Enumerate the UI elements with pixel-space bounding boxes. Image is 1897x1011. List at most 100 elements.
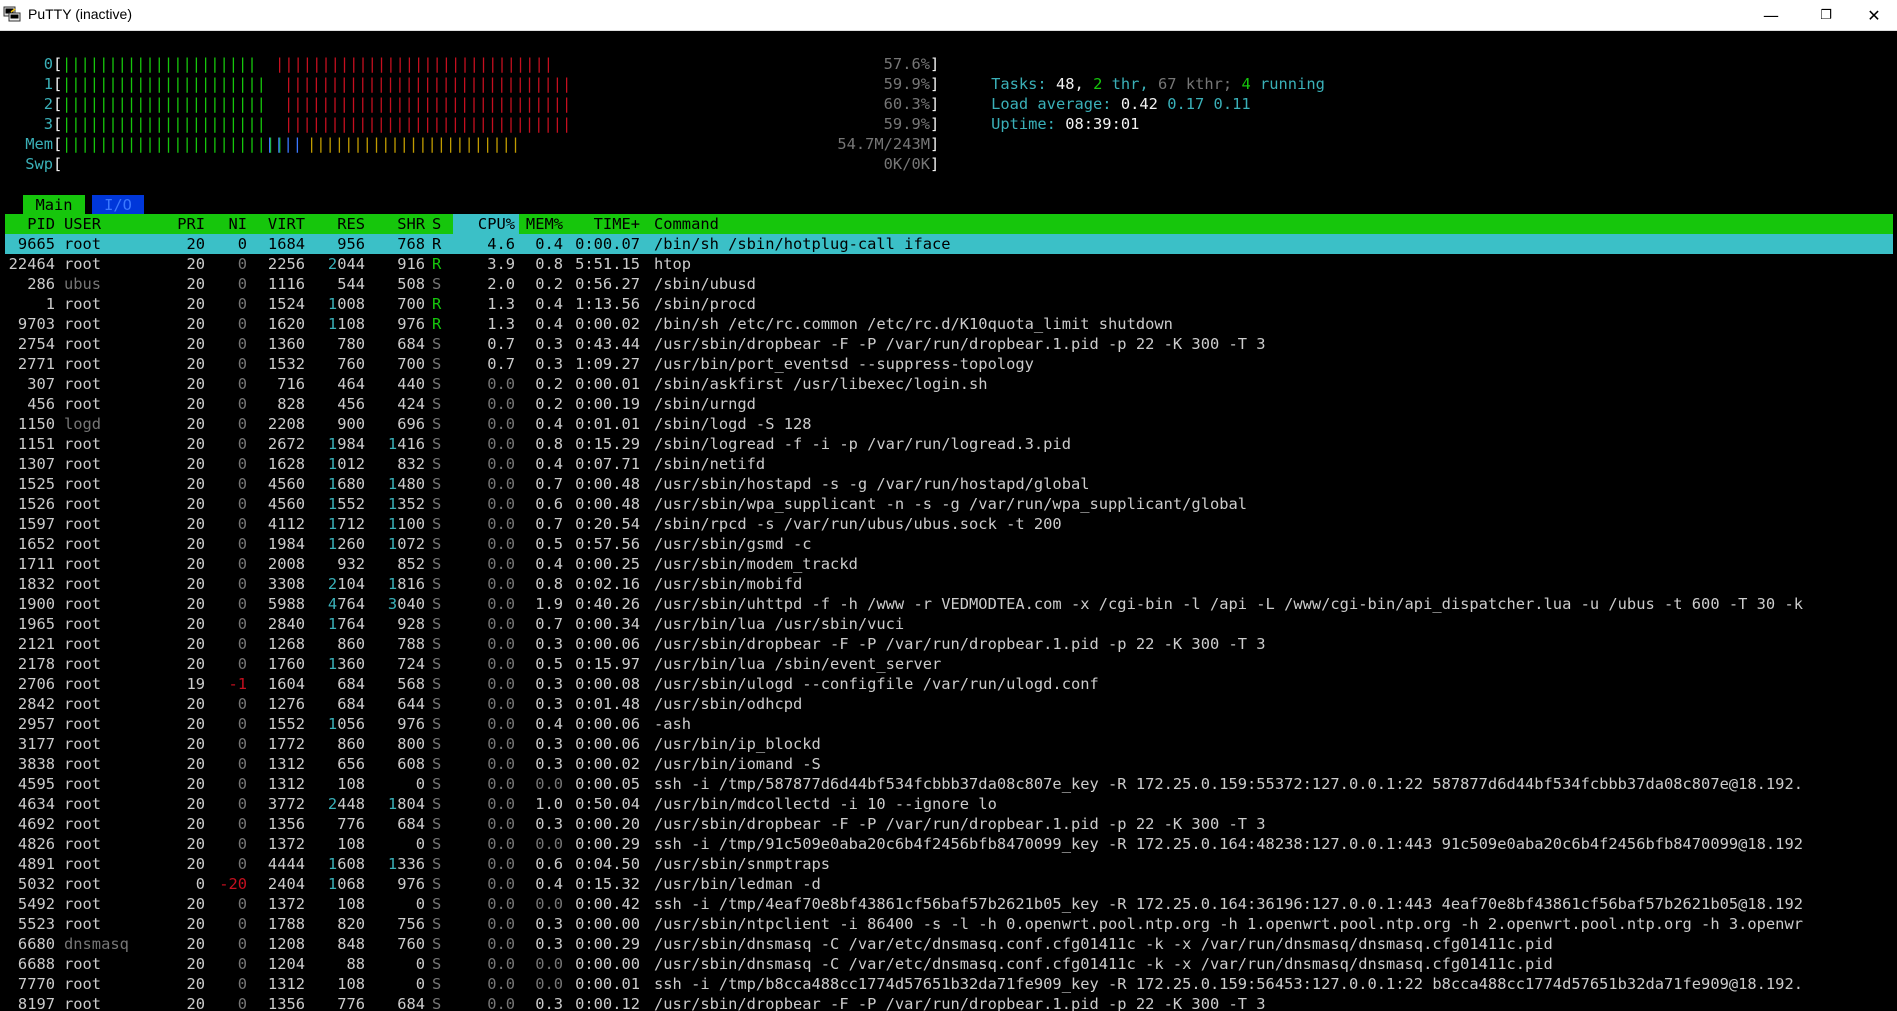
terminal-area[interactable]: 0[||||||||||||||||||||| |||||||||||||||||… [0, 30, 1897, 1011]
column-mem[interactable]: MEM% [513, 214, 563, 234]
process-row[interactable]: 3177 root 20 0 1772 860 800 S 0.0 0.3 0:00.06/usr/… [5, 734, 1893, 754]
tab-io[interactable]: I/O [92, 195, 144, 215]
res-cell: 820 [337, 915, 365, 933]
cpu-meter-0: 0[||||||||||||||||||||| |||||||||||||||||… [0, 54, 940, 74]
process-row[interactable]: 2842 root 20 0 1276 684 644 S 0.0 0.3 0:01.48/usr/… [5, 694, 1893, 714]
time-cell: 0:00.02 [575, 755, 640, 773]
user-cell: root [64, 295, 102, 313]
close-button[interactable]: ✕ [1851, 0, 1897, 30]
process-row[interactable]: 4634 root 20 0 3772 2448 1804 S 0.0 1.0 0:50.04/us… [5, 794, 1893, 814]
process-row[interactable]: 1965 root 20 0 2840 1764 928 S 0.0 0.7 0:00.34/usr… [5, 614, 1893, 634]
time-cell: 0:00.12 [575, 995, 640, 1011]
process-row[interactable]: 2178 root 20 0 1760 1360 724 S 0.0 0.5 0:15.97/usr… [5, 654, 1893, 674]
command-cell: /usr/sbin/gsmd -c [654, 535, 812, 553]
pid-cell: 2121 [17, 635, 55, 653]
pri-cell: 20 [186, 315, 205, 333]
process-row[interactable]: 6688 root 20 0 1204 88 0 S 0.0 0.0 0:00.00/usr/sbi… [5, 954, 1893, 974]
tab-main[interactable]: Main [23, 195, 85, 215]
column-res[interactable]: RES [315, 214, 365, 234]
process-row[interactable]: 456 root 20 0 828 456 424 S 0.0 0.2 0:00.19/sbin/u… [5, 394, 1893, 414]
process-row[interactable]: 8197 root 20 0 1356 776 684 S 0.0 0.3 0:00.12/usr/… [5, 994, 1893, 1011]
state-cell: S [432, 735, 442, 753]
ni-cell: 0 [237, 715, 247, 733]
process-row[interactable]: 4826 root 20 0 1372 108 0 S 0.0 0.0 0:00.29 ssh -i … [5, 834, 1893, 854]
restore-button[interactable]: ❐ [1803, 0, 1849, 30]
state-cell: S [432, 935, 442, 953]
process-row[interactable]: 1150 logd 20 0 2208 900 696 S 0.0 0.4 0:01.01/sbin… [5, 414, 1893, 434]
shr-cell: 756 [397, 915, 425, 933]
process-row[interactable]: 307 root 20 0 716 464 440 S 0.0 0.2 0:00.01/sbin/a… [5, 374, 1893, 394]
process-row[interactable]: 5492 root 20 0 1372 108 0 S 0.0 0.0 0:00.42 ssh -i … [5, 894, 1893, 914]
process-row[interactable]: 4891 root 20 0 4444 1608 1336 S 0.0 0.6 0:04.50/us… [5, 854, 1893, 874]
mem-cell: 0.3 [535, 935, 563, 953]
process-row[interactable]: 1526 root 20 0 4560 1552 1352 S 0.0 0.6 0:00.48/us… [5, 494, 1893, 514]
user-cell: root [64, 795, 102, 813]
virt-cell: 2840 [267, 615, 305, 633]
user-cell: root [64, 835, 102, 853]
pid-cell: 8197 [17, 995, 55, 1011]
minimize-button[interactable]: — [1748, 0, 1794, 30]
time-cell: 0:00.42 [575, 895, 640, 913]
load-average-line: Load average: 0.42 0.17 0.11 [991, 95, 1251, 113]
column-ni[interactable]: NI [210, 214, 247, 234]
time-cell: 0:20.54 [575, 515, 640, 533]
window-title: PuTTY (inactive) [28, 6, 132, 22]
process-row[interactable]: 1525 root 20 0 4560 1680 1480 S 0.0 0.7 0:00.48/us… [5, 474, 1893, 494]
process-row[interactable]: 1151 root 20 0 2672 1984 1416 S 0.0 0.8 0:15.29/sb… [5, 434, 1893, 454]
ni-cell: 0 [237, 795, 247, 813]
state-cell: S [432, 455, 442, 473]
process-row[interactable]: 1832 root 20 0 3308 2104 1816 S 0.0 0.8 0:02.16/us… [5, 574, 1893, 594]
time-cell: 0:00.00 [575, 915, 640, 933]
process-row[interactable]: 1 root 20 0 1524 1008 700 R 1.3 0.4 1:13.56/sbin/p… [5, 294, 1893, 314]
process-row[interactable]: 2957 root 20 0 1552 1056 976 S 0.0 0.4 0:00.06 -ash [5, 714, 1893, 734]
process-row[interactable]: 5523 root 20 0 1788 820 756 S 0.0 0.3 0:00.00/usr/… [5, 914, 1893, 934]
column-state[interactable]: S [432, 214, 441, 234]
virt-cell: 1552 [267, 715, 305, 733]
column-pri[interactable]: PRI [155, 214, 205, 234]
process-row[interactable]: 4595 root 20 0 1312 108 0 S 0.0 0.0 0:00.05 ssh -i … [5, 774, 1893, 794]
virt-cell: 2208 [267, 415, 305, 433]
mem-cell: 0.7 [535, 475, 563, 493]
process-row[interactable]: 5032 root 0 -20 2404 1068 976 S 0.0 0.4 0:15.32/us… [5, 874, 1893, 894]
process-row[interactable]: 9703 root 20 0 1620 1108 976 R 1.3 0.4 0:00.02/bin… [5, 314, 1893, 334]
process-row[interactable]: 9665 root 20 0 1684 956 768 R 4.6 0.4 0:00.07/bin/… [5, 234, 1893, 254]
column-virt[interactable]: VIRT [255, 214, 305, 234]
column-cpu[interactable]: CPU% [453, 214, 519, 234]
process-row[interactable]: 7770 root 20 0 1312 108 0 S 0.0 0.0 0:00.01 ssh -i … [5, 974, 1893, 994]
pid-cell: 22464 [8, 255, 55, 273]
shr-cell: 852 [397, 555, 425, 573]
process-row[interactable]: 6680 dnsmasq 20 0 1208 848 760 S 0.0 0.3 0:00.29/u… [5, 934, 1893, 954]
shr-cell: 440 [397, 375, 425, 393]
process-row[interactable]: 1307 root 20 0 1628 1012 832 S 0.0 0.4 0:07.71/sbi… [5, 454, 1893, 474]
process-row[interactable]: 2771 root 20 0 1532 760 700 S 0.7 0.3 1:09.27/usr/… [5, 354, 1893, 374]
cpu-cell: 0.0 [487, 815, 515, 833]
ni-cell: 0 [237, 335, 247, 353]
pri-cell: 20 [186, 715, 205, 733]
cpu-cell: 0.0 [487, 895, 515, 913]
column-shr[interactable]: SHR [375, 214, 425, 234]
column-pid[interactable]: PID [5, 214, 55, 234]
column-command[interactable]: Command [654, 214, 719, 234]
process-row[interactable]: 1597 root 20 0 4112 1712 1100 S 0.0 0.7 0:20.54/sb… [5, 514, 1893, 534]
state-cell: S [432, 335, 442, 353]
state-cell: S [432, 955, 442, 973]
process-row[interactable]: 2121 root 20 0 1268 860 788 S 0.0 0.3 0:00.06/usr/… [5, 634, 1893, 654]
res-cell: 1108 [327, 315, 365, 333]
process-row[interactable]: 1652 root 20 0 1984 1260 1072 S 0.0 0.5 0:57.56/us… [5, 534, 1893, 554]
process-row[interactable]: 2706 root 19 -1 1604 684 568 S 0.0 0.3 0:00.08/usr… [5, 674, 1893, 694]
shr-cell: 976 [397, 875, 425, 893]
column-user[interactable]: USER [64, 214, 101, 234]
process-row[interactable]: 1900 root 20 0 5988 4764 3040 S 0.0 1.9 0:40.26/us… [5, 594, 1893, 614]
process-row[interactable]: 2754 root 20 0 1360 780 684 S 0.7 0.3 0:43.44/usr/… [5, 334, 1893, 354]
pri-cell: 20 [186, 815, 205, 833]
ni-cell: 0 [237, 635, 247, 653]
process-row[interactable]: 3838 root 20 0 1312 656 608 S 0.0 0.3 0:00.02/usr/… [5, 754, 1893, 774]
mem-cell: 0.0 [535, 835, 563, 853]
column-time[interactable]: TIME+ [565, 214, 640, 234]
process-row[interactable]: 1711 root 20 0 2008 932 852 S 0.0 0.4 0:00.25/usr/… [5, 554, 1893, 574]
process-row[interactable]: 4692 root 20 0 1356 776 684 S 0.0 0.3 0:00.20/usr/… [5, 814, 1893, 834]
user-cell: root [64, 475, 102, 493]
process-row[interactable]: 286 ubus 20 0 1116 544 508 S 2.0 0.2 0:56.27/sbin/… [5, 274, 1893, 294]
process-row[interactable]: 22464 root 20 0 2256 2044 916 R 3.9 0.8 5:51.15 hto… [5, 254, 1893, 274]
virt-cell: 1356 [267, 995, 305, 1011]
